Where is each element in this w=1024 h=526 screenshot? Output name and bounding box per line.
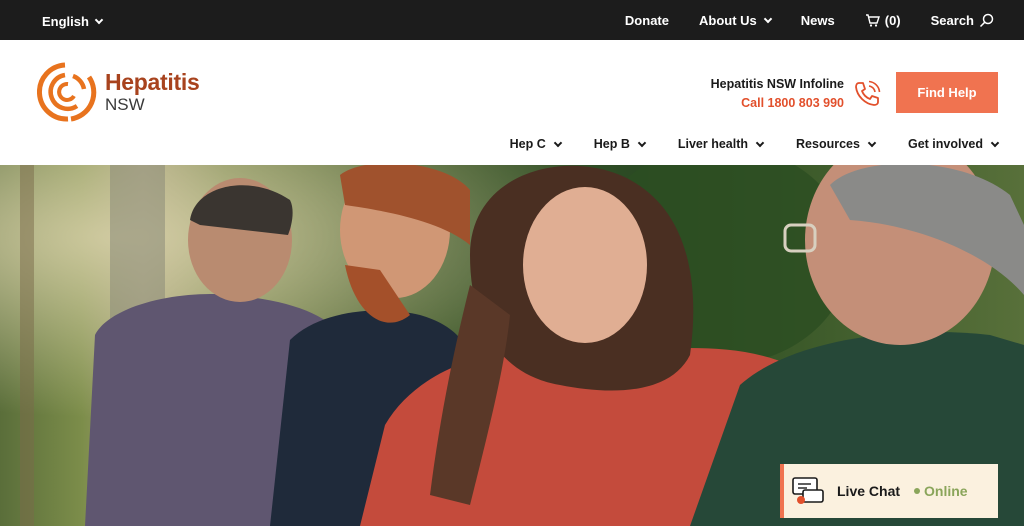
- utility-bar: English Donate About Us News (0) Search: [0, 0, 1024, 40]
- nav-item-label: Hep C: [509, 137, 546, 151]
- nav-item-label: Resources: [796, 137, 860, 151]
- chat-status-text: Online: [924, 483, 968, 499]
- chevron-down-icon: [990, 138, 1000, 147]
- nav-item-resources[interactable]: Resources: [796, 137, 877, 151]
- search-icon: [979, 13, 994, 28]
- language-selector[interactable]: English: [42, 14, 104, 29]
- language-label: English: [42, 14, 89, 29]
- nav-item-label: Liver health: [677, 137, 749, 151]
- chevron-down-icon: [637, 138, 647, 147]
- nav-item-hep-c[interactable]: Hep C: [509, 137, 562, 151]
- cart-count: (0): [884, 13, 901, 28]
- chevron-down-icon: [763, 14, 773, 24]
- about-us-menu[interactable]: About Us: [698, 13, 773, 28]
- search-label: Search: [930, 13, 974, 28]
- infoline-phone-link[interactable]: Call 1800 803 990: [711, 96, 844, 110]
- find-help-button[interactable]: Find Help: [896, 72, 998, 113]
- nav-item-label: Get involved: [907, 137, 983, 151]
- infoline-title: Hepatitis NSW Infoline: [710, 77, 844, 91]
- site-header: Hepatitis NSW Hepatitis NSW Infoline Cal…: [0, 40, 1024, 165]
- phone-icon: [855, 80, 881, 106]
- chevron-down-icon: [94, 15, 104, 25]
- infoline: Hepatitis NSW Infoline Call 1800 803 990: [711, 77, 844, 110]
- nav-item-label: Hep B: [593, 137, 630, 151]
- nav-item-liver-health[interactable]: Liver health: [677, 137, 765, 151]
- hepatitis-nsw-logo-icon: [37, 62, 97, 122]
- nav-item-hep-b[interactable]: Hep B: [593, 137, 647, 151]
- live-chat-label: Live Chat: [837, 483, 901, 499]
- logo-region: NSW: [105, 95, 145, 114]
- donate-link[interactable]: Donate: [625, 13, 669, 28]
- chevron-down-icon: [867, 138, 877, 147]
- cart-link[interactable]: (0): [865, 13, 901, 28]
- chat-status: Online: [914, 483, 968, 499]
- search-button[interactable]: Search: [931, 13, 994, 28]
- about-us-label: About Us: [698, 13, 757, 28]
- cart-icon: [865, 14, 880, 27]
- online-status-dot: [914, 488, 921, 494]
- main-navigation: Hep C Hep B Liver health Resources Get i…: [477, 137, 1000, 151]
- news-link[interactable]: News: [801, 13, 835, 28]
- logo-name: Hepatitis: [105, 69, 200, 95]
- nav-item-get-involved[interactable]: Get involved: [907, 137, 1000, 151]
- chevron-down-icon: [755, 138, 765, 147]
- chevron-down-icon: [553, 138, 562, 147]
- chat-bubble-icon: [792, 477, 824, 504]
- live-chat-widget[interactable]: Live Chat Online: [780, 464, 998, 518]
- site-logo[interactable]: Hepatitis NSW: [37, 61, 200, 123]
